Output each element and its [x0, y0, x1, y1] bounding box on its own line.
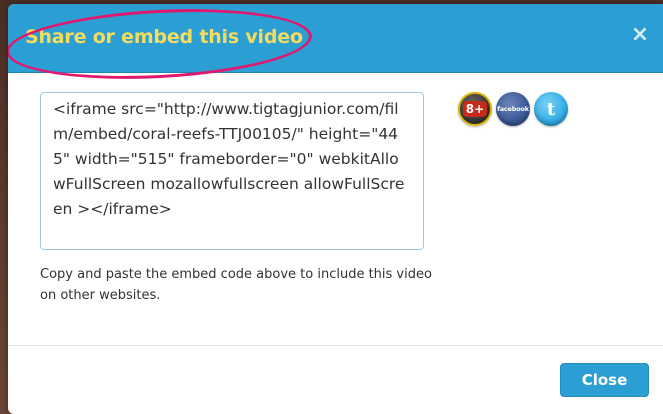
google-plus-icon[interactable]: 8+ [458, 92, 492, 126]
facebook-icon[interactable]: facebook [496, 92, 530, 126]
footer-divider [8, 345, 663, 346]
close-x-icon[interactable]: × [629, 24, 651, 46]
twitter-label: t [546, 98, 556, 120]
modal-title: Share or embed this video [25, 26, 303, 48]
share-embed-modal: Share or embed this video × <iframe src=… [8, 4, 663, 414]
embed-help-text: Copy and paste the embed code above to i… [40, 267, 432, 303]
twitter-icon[interactable]: t [534, 92, 568, 126]
google-plus-label: 8+ [462, 101, 488, 117]
social-share-buttons: 8+ facebook t [458, 92, 568, 126]
embed-code-textarea[interactable]: <iframe src="http://www.tigtagjunior.com… [40, 92, 424, 250]
close-button[interactable]: Close [560, 363, 649, 397]
modal-header: Share or embed this video × [8, 4, 663, 86]
facebook-label: facebook [497, 105, 529, 113]
